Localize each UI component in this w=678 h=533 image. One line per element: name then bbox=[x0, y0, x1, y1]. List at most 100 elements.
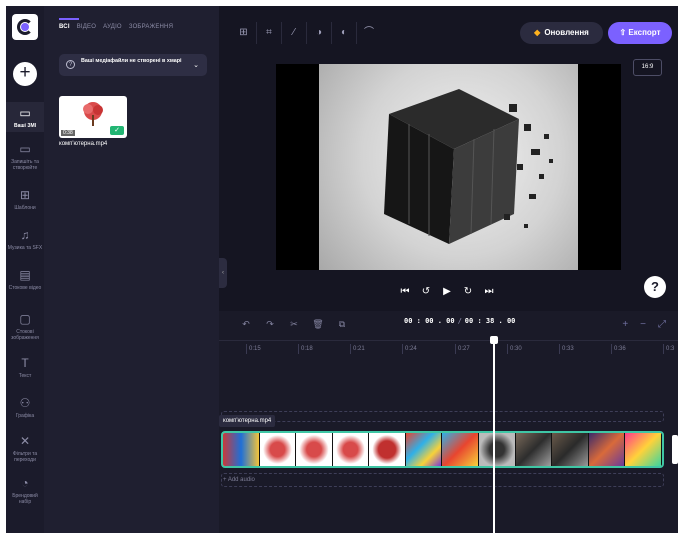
rail-item-stock-video[interactable]: ▤ Стокове відео bbox=[6, 268, 44, 291]
time-total: 00 : 38 . 00 bbox=[464, 317, 516, 325]
rail-item-music[interactable]: ♫ Музика та SFX bbox=[6, 228, 44, 251]
aspect-ratio-button[interactable]: 16:9 bbox=[633, 59, 662, 76]
help-button[interactable]: ? bbox=[644, 276, 666, 298]
preview-frame bbox=[319, 64, 578, 270]
ruler-tick: 0:3 bbox=[663, 344, 674, 354]
rail-item-label: Запишіть та створюйте bbox=[11, 159, 39, 171]
media-thumbnail[interactable]: 0:38 ✓ bbox=[59, 96, 127, 138]
rail-item-brand-kit[interactable]: ◔ Брендовий набір bbox=[6, 476, 44, 505]
rail-item-label: Шаблони bbox=[14, 205, 36, 211]
filmstrip-frame bbox=[588, 433, 626, 466]
tree-thumbnail-image bbox=[83, 102, 103, 126]
timeline: ↶ ↷ ✂ 🗑 ⧉ 00 : 00 . 00/00 : 38 . 00 + − … bbox=[219, 311, 678, 533]
delete-icon[interactable]: 🗑 bbox=[311, 319, 325, 330]
layout-icon[interactable]: ⊞ bbox=[231, 22, 256, 44]
cloud-notice-text: Ваші медіафайли не створені в хмарі bbox=[81, 58, 182, 64]
folder-icon: ▭ bbox=[19, 106, 31, 120]
redo-icon[interactable]: ↷ bbox=[263, 319, 277, 330]
filmstrip-frame bbox=[369, 433, 406, 466]
rail-item-transitions[interactable]: ✕ Фільтри та переходи bbox=[6, 434, 44, 463]
rail-item-record[interactable]: ▭ Запишіть та створюйте bbox=[6, 142, 44, 171]
filmstrip-frame bbox=[296, 433, 333, 466]
export-label: Експорт bbox=[628, 28, 661, 37]
rail-item-templates[interactable]: ⊞ Шаблони bbox=[6, 188, 44, 211]
clip-duration: 0:38 bbox=[61, 130, 75, 136]
fit-icon[interactable]: ⤢ bbox=[658, 319, 666, 330]
ruler-tick: 0:36 bbox=[611, 344, 626, 354]
playhead[interactable] bbox=[493, 341, 495, 533]
tab-images[interactable]: ЗОБРАЖЕННЯ bbox=[129, 24, 173, 38]
rail-item-label: Графіка bbox=[15, 413, 35, 419]
clip-label: комп'ютерна.mp4 bbox=[219, 415, 276, 427]
rail-item-label: Брендовий набір bbox=[12, 493, 38, 505]
rail-item-stock-images[interactable]: ▢ Стокові зображення bbox=[6, 312, 44, 341]
filmstrip-frame bbox=[405, 433, 443, 466]
zoom-in-icon[interactable]: + bbox=[622, 319, 628, 330]
ruler-tick: 0:30 bbox=[507, 344, 522, 354]
rail-item-label: Музика та SFX bbox=[7, 245, 43, 251]
play-icon[interactable]: ▶ bbox=[441, 286, 453, 297]
rail-item-text[interactable]: T Текст bbox=[6, 356, 44, 379]
rail-item-your-media[interactable]: ▭ Ваші ЗМІ bbox=[6, 102, 44, 132]
magic-wand-icon[interactable]: ⁄ bbox=[281, 22, 306, 44]
active-tab-indicator bbox=[59, 18, 79, 20]
time-readout: 00 : 00 . 00/00 : 38 . 00 bbox=[404, 317, 516, 325]
rail-item-graphics[interactable]: ⚇ Графіка bbox=[6, 396, 44, 419]
editor-area: ⊞ ⌗ ⁄ ◑ ◐ ⌒ ◆ Оновлення ⇧ Експорт 16:9 ⏮… bbox=[219, 6, 678, 533]
tab-audio[interactable]: АУДІО bbox=[103, 24, 122, 38]
forward-5-icon[interactable]: ↻ bbox=[462, 286, 474, 297]
color-icon[interactable]: ◐ bbox=[331, 22, 356, 44]
rewind-5-icon[interactable]: ↺ bbox=[420, 286, 432, 297]
cloud-notice-dropdown[interactable]: ? Ваші медіафайли не створені в хмарі ⌄ bbox=[59, 54, 207, 76]
app-logo[interactable] bbox=[12, 14, 38, 40]
clip-trim-handle[interactable] bbox=[672, 435, 678, 464]
tab-all[interactable]: ВСІ bbox=[59, 24, 70, 38]
upgrade-button[interactable]: ◆ Оновлення bbox=[520, 22, 603, 44]
collapse-panel-button[interactable]: ‹ bbox=[219, 258, 227, 288]
ruler-tick: 0:15 bbox=[246, 344, 261, 354]
edit-toolbar: ⊞ ⌗ ⁄ ◑ ◐ ⌒ bbox=[231, 22, 389, 44]
ruler-tick: 0:24 bbox=[402, 344, 417, 354]
contrast-icon[interactable]: ◑ bbox=[306, 22, 331, 44]
left-rail: + ▭ Ваші ЗМІ ▭ Запишіть та створюйте ⊞ Ш… bbox=[6, 6, 44, 533]
zoom-controls: + − ⤢ bbox=[622, 319, 666, 330]
brand-icon: ◔ bbox=[21, 476, 29, 490]
filmstrip-frame bbox=[332, 433, 370, 466]
rail-item-label: Ваші ЗМІ bbox=[13, 123, 37, 129]
chevron-down-icon: ⌄ bbox=[193, 62, 199, 69]
filmstrip-frame bbox=[515, 433, 553, 466]
graphics-icon: ⚇ bbox=[19, 396, 31, 410]
undo-icon[interactable]: ↶ bbox=[239, 319, 253, 330]
skip-back-icon[interactable]: ⏮ bbox=[399, 286, 411, 297]
add-media-button[interactable]: + bbox=[13, 62, 37, 86]
filmstrip-frame bbox=[479, 433, 516, 466]
cloud-icon: ? bbox=[66, 60, 75, 69]
template-icon: ⊞ bbox=[19, 188, 31, 202]
tab-video[interactable]: ВІДЕО bbox=[77, 24, 96, 38]
ruler-tick: 0:33 bbox=[559, 344, 574, 354]
cube-artwork bbox=[384, 89, 553, 244]
text-icon: T bbox=[21, 356, 29, 370]
filmstrip-frame bbox=[552, 433, 589, 466]
video-preview[interactable] bbox=[276, 64, 621, 270]
overlay-track[interactable] bbox=[221, 411, 664, 422]
export-button[interactable]: ⇧ Експорт bbox=[608, 22, 672, 44]
timeline-ruler[interactable]: 0:15 0:18 0:21 0:24 0:27 0:30 0:33 0:36 … bbox=[219, 340, 678, 356]
rail-item-label: Стокові зображення bbox=[11, 329, 39, 341]
duplicate-icon[interactable]: ⧉ bbox=[335, 319, 349, 330]
add-audio-label[interactable]: + Add audio bbox=[223, 474, 255, 486]
crop-icon[interactable]: ⌗ bbox=[256, 22, 281, 44]
ruler-tick: 0:21 bbox=[350, 344, 365, 354]
audio-track[interactable] bbox=[221, 473, 664, 487]
video-clip[interactable] bbox=[221, 431, 664, 468]
transition-icon: ✕ bbox=[19, 434, 31, 448]
film-icon: ▤ bbox=[19, 268, 31, 282]
gem-icon: ◆ bbox=[534, 28, 541, 37]
scissors-icon[interactable]: ✂ bbox=[287, 319, 301, 330]
ruler-tick: 0:18 bbox=[298, 344, 313, 354]
check-icon: ✓ bbox=[110, 126, 124, 135]
media-panel: ВСІ ВІДЕО АУДІО ЗОБРАЖЕННЯ ? Ваші медіаф… bbox=[44, 6, 219, 533]
speed-icon[interactable]: ⌒ bbox=[356, 22, 381, 44]
skip-forward-icon[interactable]: ⏭ bbox=[483, 286, 495, 297]
zoom-out-icon[interactable]: − bbox=[640, 319, 646, 330]
